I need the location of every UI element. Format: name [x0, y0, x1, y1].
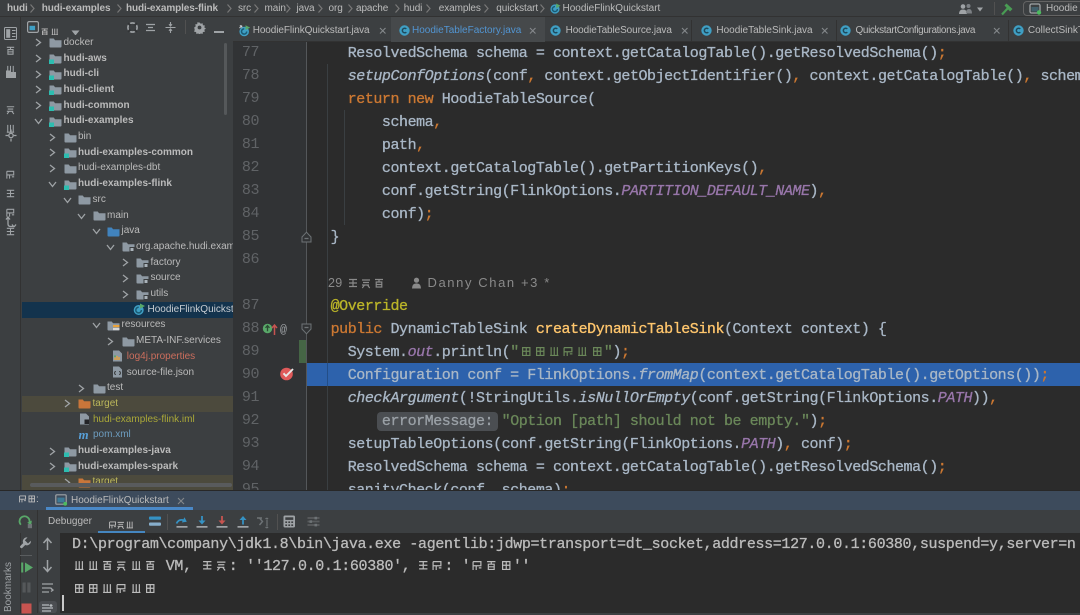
- svg-text:m: m: [79, 429, 89, 441]
